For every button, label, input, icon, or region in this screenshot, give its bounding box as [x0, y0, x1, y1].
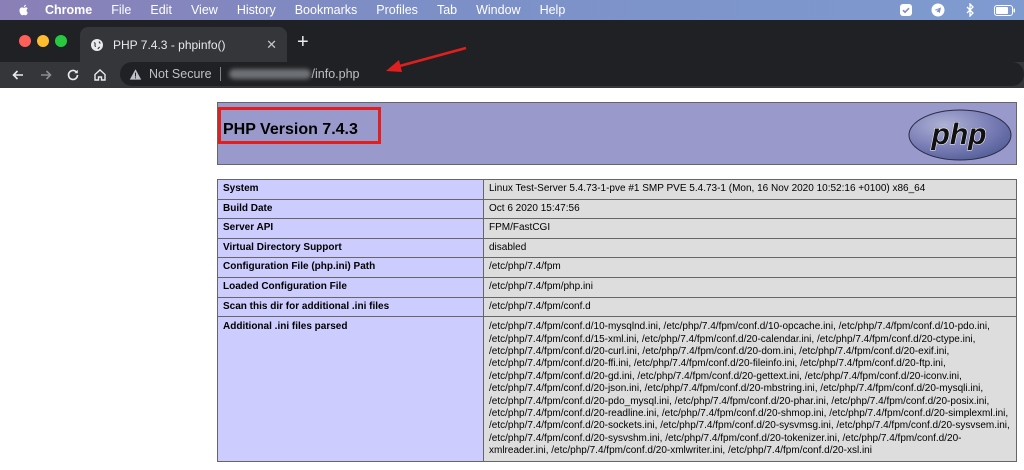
apple-icon[interactable] [17, 3, 31, 17]
phpinfo-table: System Linux Test-Server 5.4.73-1-pve #1 … [217, 179, 1017, 462]
home-button[interactable] [91, 66, 109, 84]
table-row: Additional .ini files parsed/etc/php/7.4… [217, 316, 1017, 462]
table-row: Build Date Oct 6 2020 15:47:56 [217, 198, 1017, 220]
close-tab-icon[interactable]: ✕ [266, 37, 277, 53]
menubar-status-area [898, 0, 1016, 20]
browser-toolbar: Not Secure /info.php [0, 62, 1024, 88]
security-status-label[interactable]: Not Secure [149, 67, 212, 81]
menu-profiles[interactable]: Profiles [376, 3, 418, 17]
address-bar[interactable]: Not Secure /info.php [120, 62, 1024, 86]
telegram-icon[interactable] [930, 3, 946, 17]
menu-tab[interactable]: Tab [437, 3, 457, 17]
row-label: Virtual Directory Support [217, 237, 484, 259]
table-row: Virtual Directory Support disabled [217, 237, 1017, 259]
omnibox-divider [219, 67, 221, 81]
row-label: Configuration File (php.ini) Path [217, 257, 484, 278]
menu-file[interactable]: File [111, 3, 131, 17]
close-window-button[interactable] [19, 35, 31, 47]
row-label: Build Date [217, 198, 484, 220]
reload-button[interactable] [64, 66, 82, 84]
table-row: Loaded Configuration File/etc/php/7.4/fp… [217, 276, 1017, 298]
battery-icon[interactable] [994, 3, 1016, 17]
row-value: /etc/php/7.4/fpm/php.ini [483, 276, 1017, 298]
row-label: Server API [217, 218, 484, 239]
row-value: /etc/php/7.4/fpm [483, 257, 1017, 278]
menu-view[interactable]: View [191, 3, 218, 17]
tab-title: PHP 7.4.3 - phpinfo() [113, 37, 226, 52]
menu-chrome[interactable]: Chrome [45, 3, 92, 17]
row-value: /etc/php/7.4/fpm/conf.d/10-mysqlnd.ini, … [483, 316, 1017, 462]
page-content: PHP Version 7.4.3 php System Linux Test-S… [0, 88, 1024, 470]
menu-history[interactable]: History [237, 3, 276, 17]
row-value: Oct 6 2020 15:47:56 [483, 198, 1017, 220]
new-tab-button[interactable]: + [297, 32, 309, 52]
browser-tab-active[interactable]: PHP 7.4.3 - phpinfo() ✕ [80, 27, 287, 62]
reload-icon [67, 69, 79, 81]
shield-check-icon[interactable] [898, 3, 914, 17]
back-button[interactable] [9, 66, 27, 84]
menu-edit[interactable]: Edit [150, 3, 172, 17]
php-logo: php [908, 109, 1012, 161]
menu-window[interactable]: Window [476, 3, 520, 17]
row-label: System [217, 179, 484, 200]
annotation-arrow [386, 46, 467, 72]
table-row: Configuration File (php.ini) Path/etc/ph… [217, 257, 1017, 278]
table-row: Scan this dir for additional .ini files /… [217, 296, 1017, 318]
macos-menubar: Chrome File Edit View History Bookmarks … [0, 0, 1024, 20]
home-icon [94, 69, 106, 81]
arrow-right-icon [41, 70, 52, 80]
table-row: System Linux Test-Server 5.4.73-1-pve #1 … [217, 179, 1017, 200]
arrow-left-icon [12, 70, 23, 80]
row-value: /etc/php/7.4/fpm/conf.d [483, 296, 1017, 318]
row-value: FPM/FastCGI [483, 218, 1017, 239]
row-label: Additional .ini files parsed [217, 316, 484, 462]
row-label: Loaded Configuration File [217, 276, 484, 298]
warning-triangle-icon[interactable] [129, 68, 142, 81]
highlight-box [218, 107, 381, 144]
blurred-host [228, 69, 311, 79]
menu-bookmarks[interactable]: Bookmarks [295, 3, 358, 17]
forward-button[interactable] [37, 66, 55, 84]
php-logo-text: php [931, 118, 987, 151]
table-row: Server API FPM/FastCGI [217, 218, 1017, 239]
globe-icon [91, 38, 103, 51]
url-path: /info.php [311, 67, 360, 81]
minimize-window-button[interactable] [37, 35, 49, 47]
row-value: disabled [483, 237, 1017, 259]
row-value: Linux Test-Server 5.4.73-1-pve #1 SMP PV… [483, 179, 1017, 200]
row-label: Scan this dir for additional .ini files [217, 296, 484, 318]
bluetooth-icon[interactable] [962, 3, 978, 17]
menu-help[interactable]: Help [540, 3, 566, 17]
zoom-window-button[interactable] [55, 35, 67, 47]
